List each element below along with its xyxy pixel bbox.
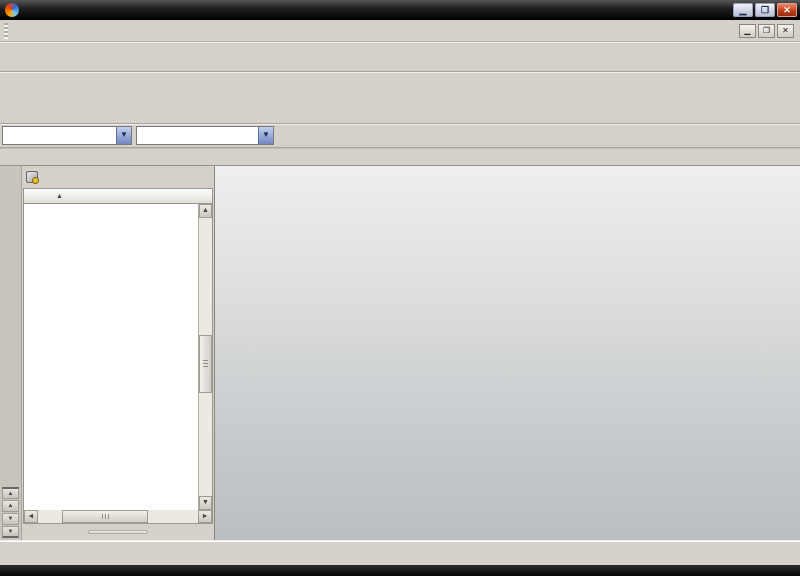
- minimize-button[interactable]: ▁: [733, 3, 753, 17]
- tree-horizontal-scrollbar[interactable]: ◄ ►: [23, 510, 213, 524]
- selection-scope-combo[interactable]: ▼: [136, 126, 274, 145]
- sketch-toolbar: [0, 540, 800, 565]
- tree-column-header[interactable]: ▲: [23, 188, 213, 204]
- nx-app-icon: [5, 3, 19, 17]
- scroll-left-arrow[interactable]: ◄: [24, 510, 38, 523]
- part-navigator-panel: ▲ ▲ ▼ ◄ ►: [22, 166, 215, 540]
- scroll-up-button[interactable]: ▲: [2, 500, 19, 512]
- scroll-up-arrow[interactable]: ▲: [199, 204, 212, 218]
- chevron-down-icon[interactable]: ▼: [116, 127, 131, 144]
- scroll-right-arrow[interactable]: ►: [198, 510, 212, 523]
- window-bottom-border: [0, 565, 800, 576]
- chevron-down-icon[interactable]: ▼: [258, 127, 273, 144]
- standard-toolbar: [0, 42, 800, 72]
- scroll-bottom-button[interactable]: ▼: [2, 526, 19, 538]
- navigator-icon: [26, 171, 38, 183]
- mdi-restore-button[interactable]: ❐: [758, 24, 775, 38]
- scroll-down-button[interactable]: ▼: [2, 513, 19, 525]
- mdi-window-buttons: ▁ ❐ ✕: [737, 24, 794, 38]
- panel-resize-area: [22, 524, 214, 540]
- prompt-bar: [0, 148, 800, 166]
- scrollbar-thumb[interactable]: [62, 510, 148, 523]
- menu-grip[interactable]: [4, 23, 8, 39]
- selection-bar: ▼ ▼: [0, 124, 800, 148]
- selection-filter-combo[interactable]: ▼: [2, 126, 132, 145]
- tree-vertical-scrollbar[interactable]: ▲ ▼: [198, 204, 212, 510]
- gear-model-view[interactable]: [215, 166, 800, 540]
- scrollbar-thumb[interactable]: [199, 335, 212, 393]
- resource-bar: ▲ ▲ ▼ ▼: [0, 166, 22, 540]
- sort-ascending-icon[interactable]: ▲: [56, 193, 63, 200]
- nx-application-window: ▁ ❐ ✕ ▁ ❐ ✕ ▼ ▼: [0, 0, 800, 576]
- graphics-viewport[interactable]: [215, 166, 800, 540]
- mdi-minimize-button[interactable]: ▁: [739, 24, 756, 38]
- close-button[interactable]: ✕: [777, 3, 797, 17]
- maximize-button[interactable]: ❐: [755, 3, 775, 17]
- panel-resize-grip[interactable]: [88, 530, 148, 534]
- resource-bar-scrolls: ▲ ▲ ▼ ▼: [2, 486, 19, 540]
- part-navigator-tree: [24, 204, 198, 510]
- menu-bar: ▁ ❐ ✕: [0, 20, 800, 42]
- title-bar: ▁ ❐ ✕: [0, 0, 800, 20]
- scroll-top-button[interactable]: ▲: [2, 487, 19, 499]
- mdi-close-button[interactable]: ✕: [777, 24, 794, 38]
- panel-title-bar: [22, 166, 214, 188]
- features-toolbar: [0, 72, 800, 124]
- scroll-down-arrow[interactable]: ▼: [199, 496, 212, 510]
